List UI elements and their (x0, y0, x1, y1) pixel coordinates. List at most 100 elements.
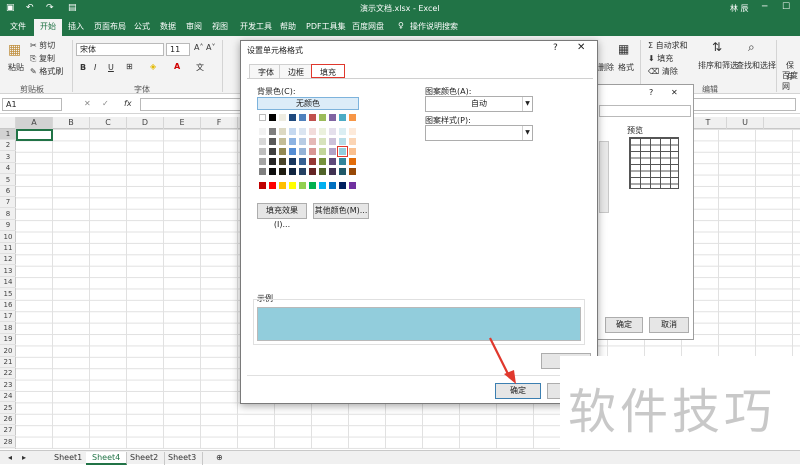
bold-button[interactable]: B (80, 63, 86, 72)
pattern-style-select[interactable]: ▼ (425, 125, 533, 141)
row-header[interactable]: 5 (0, 175, 16, 186)
color-swatch-selected[interactable] (337, 146, 348, 157)
color-swatch[interactable] (299, 158, 306, 165)
row-header[interactable]: 17 (0, 311, 16, 323)
color-swatch[interactable] (329, 182, 336, 189)
find-select-button[interactable]: 查找和选择 (736, 60, 776, 71)
color-swatch[interactable] (279, 114, 286, 121)
color-swatch[interactable] (329, 114, 336, 121)
redo-icon[interactable]: ↷ (46, 3, 54, 13)
color-swatch[interactable] (259, 128, 266, 135)
row-header[interactable]: 27 (0, 425, 16, 437)
tab-formulas[interactable]: 公式 (134, 21, 150, 32)
row-header[interactable]: 13 (0, 266, 16, 277)
row-header[interactable]: 23 (0, 380, 16, 391)
row-header[interactable]: 22 (0, 368, 16, 380)
font-color-icon[interactable]: A (174, 62, 180, 71)
column-header[interactable]: T (690, 117, 727, 129)
color-swatch[interactable] (279, 138, 286, 145)
color-swatch[interactable] (349, 148, 356, 155)
color-swatch[interactable] (319, 158, 326, 165)
color-swatch[interactable] (259, 138, 266, 145)
color-swatch[interactable] (279, 168, 286, 175)
color-swatch[interactable] (319, 182, 326, 189)
row-header[interactable]: 1 (0, 129, 16, 140)
restore-button[interactable]: ☐ (782, 2, 790, 12)
color-swatch[interactable] (339, 128, 346, 135)
tab-pdf-tools[interactable]: PDF工具集 (306, 21, 346, 32)
color-swatch[interactable] (309, 128, 316, 135)
color-swatch[interactable] (289, 168, 296, 175)
row-header[interactable]: 21 (0, 357, 16, 368)
color-swatch[interactable] (339, 158, 346, 165)
tab-review[interactable]: 审阅 (186, 21, 202, 32)
font-size-select[interactable]: 11 (166, 43, 190, 56)
color-swatch[interactable] (279, 158, 286, 165)
color-swatch[interactable] (269, 138, 276, 145)
border-icon[interactable]: ⊞ (126, 62, 133, 71)
color-swatch[interactable] (319, 148, 326, 155)
sort-filter-icon[interactable]: ⇅ (712, 40, 722, 54)
color-swatch[interactable] (349, 168, 356, 175)
color-swatch[interactable] (279, 128, 286, 135)
column-header[interactable]: U (727, 117, 764, 129)
color-swatch[interactable] (279, 182, 286, 189)
tab-font[interactable]: 字体 (249, 64, 283, 78)
color-swatch[interactable] (289, 114, 296, 121)
color-swatch[interactable] (289, 138, 296, 145)
row-header[interactable]: 7 (0, 197, 16, 209)
help-button[interactable]: ? (553, 43, 558, 53)
enter-icon[interactable]: ✓ (102, 99, 109, 108)
tab-page-layout[interactable]: 页面布局 (94, 21, 126, 32)
row-header[interactable]: 2 (0, 140, 16, 152)
color-swatch[interactable] (329, 128, 336, 135)
add-sheet-icon[interactable]: ⊕ (210, 452, 229, 465)
sheet-tab[interactable]: Sheet2 (124, 452, 166, 465)
color-swatch[interactable] (309, 114, 316, 121)
tab-insert[interactable]: 插入 (68, 21, 84, 32)
save-icon[interactable]: ▣ (6, 3, 15, 13)
color-swatch[interactable] (349, 114, 356, 121)
color-swatch[interactable] (319, 168, 326, 175)
color-swatch[interactable] (289, 182, 296, 189)
row-header[interactable]: 16 (0, 300, 16, 311)
row-header[interactable]: 12 (0, 254, 16, 266)
name-box[interactable]: A1 (2, 98, 62, 111)
cancel-button-bg[interactable]: 取消 (649, 317, 689, 333)
row-header[interactable]: 25 (0, 403, 16, 414)
close-button[interactable]: ✕ (577, 42, 585, 53)
color-swatch[interactable] (349, 158, 356, 165)
color-swatch[interactable] (339, 114, 346, 121)
close-icon[interactable]: ✕ (671, 88, 678, 97)
sort-filter-button[interactable]: 排序和筛选 (698, 60, 738, 71)
insert-function-button[interactable]: fx (124, 99, 132, 108)
row-header[interactable]: 4 (0, 163, 16, 175)
color-swatch[interactable] (299, 138, 306, 145)
fill-color-icon[interactable]: ◈ (150, 62, 156, 71)
paste-button[interactable]: 粘贴 (8, 62, 24, 73)
color-swatch[interactable] (329, 168, 336, 175)
color-swatch[interactable] (309, 168, 316, 175)
color-swatch[interactable] (289, 148, 296, 155)
color-swatch[interactable] (299, 128, 306, 135)
color-swatch[interactable] (329, 138, 336, 145)
tab-border[interactable]: 边框 (279, 64, 313, 78)
row-header[interactable]: 3 (0, 152, 16, 163)
tab-data[interactable]: 数据 (160, 21, 176, 32)
color-swatch[interactable] (319, 138, 326, 145)
row-header[interactable]: 26 (0, 414, 16, 425)
color-swatch[interactable] (339, 168, 346, 175)
column-header[interactable]: B (53, 117, 90, 129)
row-header[interactable]: 9 (0, 220, 16, 232)
color-swatch[interactable] (269, 114, 276, 121)
format-button[interactable]: 格式 (618, 62, 634, 73)
row-header[interactable]: 11 (0, 243, 16, 254)
quick-access-icon[interactable]: ▤ (68, 3, 77, 13)
row-header[interactable]: 19 (0, 334, 16, 346)
column-header[interactable]: E (164, 117, 201, 129)
column-header[interactable]: D (127, 117, 164, 129)
cut-button[interactable]: ✂ 剪切 (30, 40, 55, 51)
more-colors-button[interactable]: 其他颜色(M)... (313, 203, 369, 219)
autosum-button[interactable]: Σ 自动求和 (648, 40, 688, 51)
tab-baidu-netdisk[interactable]: 百度网盘 (352, 21, 384, 32)
